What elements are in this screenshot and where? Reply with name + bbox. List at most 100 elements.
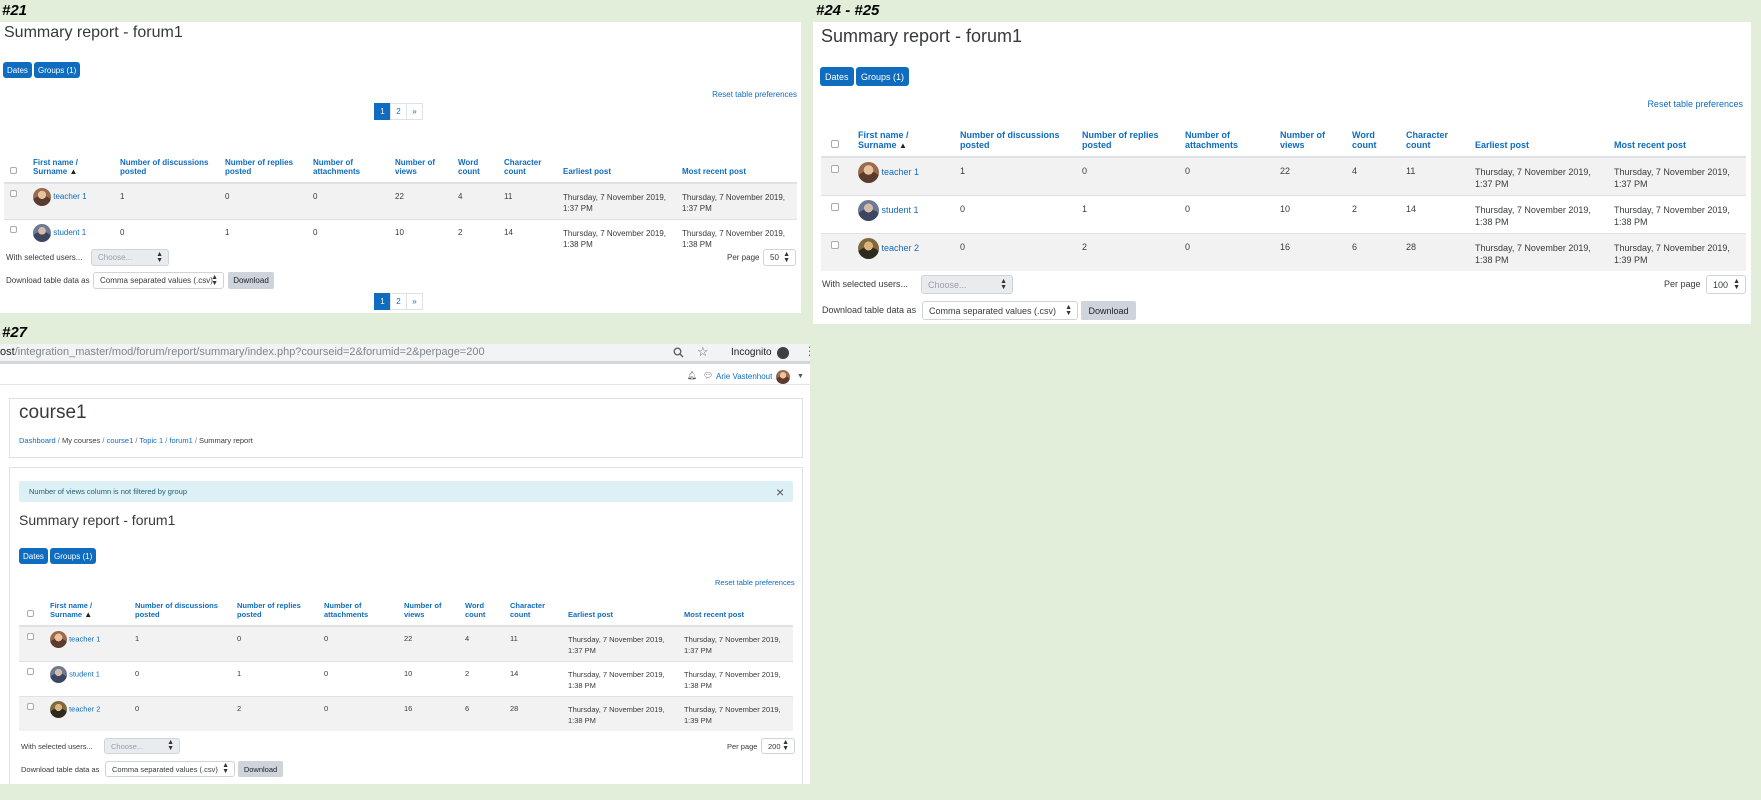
download-format-select[interactable]: Comma separated values (.csv) ▲ ▼ [922,301,1078,320]
column-header-replies[interactable]: Number of replies posted [1078,110,1181,158]
download-label: Download table data as [6,276,90,285]
column-header-discussions[interactable]: Number of discussions posted [956,110,1078,158]
row-checkbox[interactable] [10,225,17,233]
page-2-link[interactable]: 2 [390,293,407,310]
dates-button[interactable]: Dates [3,62,32,78]
next-page-link[interactable]: » [406,103,423,120]
breadcrumb-topic[interactable]: Topic 1 [139,436,163,445]
row-checkbox[interactable] [27,702,34,710]
pagination-top: 1 2 » [374,103,423,120]
user-link[interactable]: teacher 1 [53,192,86,201]
column-header-characters[interactable]: Character count [1402,110,1471,158]
per-page-select[interactable]: 50 ▲ ▼ [763,249,796,266]
groups-button[interactable]: Groups (1) [50,548,97,564]
zoom-icon[interactable] [673,347,684,358]
column-header-characters[interactable]: Character count [500,135,559,184]
column-header-replies[interactable]: Number of replies posted [221,135,309,184]
browser-menu-icon[interactable]: ⋮ [804,344,810,358]
cell-words: 6 [461,695,506,731]
download-format-select[interactable]: Comma separated values (.csv) ▲ ▼ [105,761,235,777]
select-all-checkbox[interactable] [27,610,34,617]
dates-button[interactable]: Dates [19,548,48,564]
notifications-bell-icon[interactable]: 🔔︎ [687,371,697,380]
column-header-name[interactable]: First name / Surname ▲ [46,589,131,627]
column-header-words[interactable]: Word count [454,135,500,184]
select-all-checkbox[interactable] [10,167,17,174]
reset-table-preferences-link[interactable]: Reset table preferences [715,578,795,587]
column-header-replies[interactable]: Number of replies posted [233,589,320,627]
cell-recent: Thursday, 7 November 2019, 1:37 PM [678,182,797,219]
user-link[interactable]: teacher 2 [69,704,100,713]
reset-table-preferences-link[interactable]: Reset table preferences [1647,99,1743,109]
select-arrows-icon: ▲ ▼ [167,739,174,752]
reset-table-preferences-link[interactable]: Reset table preferences [712,90,797,99]
column-header-name[interactable]: First name / Surname ▲ [854,110,956,158]
user-menu-name[interactable]: Arie Vastenhout [716,372,772,381]
download-button[interactable]: Download [238,761,283,777]
page-2-link[interactable]: 2 [390,103,407,120]
column-header-name[interactable]: First name / Surname ▲ [29,135,116,184]
next-page-link[interactable]: » [406,293,423,310]
address-bar[interactable]: ost/integration_master/mod/forum/report/… [0,346,485,358]
select-arrows-icon: ▲ ▼ [211,273,218,287]
page-1-link[interactable]: 1 [374,293,391,310]
per-page-select[interactable]: 100 ▲ ▼ [1706,275,1746,294]
messages-icon[interactable]: 💬︎ [703,371,713,380]
user-link[interactable]: student 1 [882,204,919,214]
user-menu-avatar[interactable] [776,370,790,384]
pagination-bottom: 1 2 » [374,293,423,310]
bookmark-star-icon[interactable]: ☆ [697,344,709,360]
column-header-earliest[interactable]: Earliest post [564,589,680,627]
row-checkbox[interactable] [27,633,34,640]
download-button[interactable]: Download [228,272,274,289]
breadcrumb-course[interactable]: course1 [107,436,134,445]
column-header-characters[interactable]: Character count [506,589,564,627]
column-header-words[interactable]: Word count [1348,110,1402,158]
groups-button[interactable]: Groups (1) [34,62,81,78]
cell-characters: 14 [500,218,559,255]
close-icon[interactable]: × [776,484,784,500]
column-header-attachments[interactable]: Number of attachments [309,135,391,184]
column-header-recent[interactable]: Most recent post [678,135,797,184]
breadcrumb-dashboard[interactable]: Dashboard [19,436,56,445]
row-checkbox[interactable] [831,202,839,211]
per-page-select[interactable]: 200 ▲ ▼ [761,738,795,754]
with-selected-users-select[interactable]: Choose... ▲ ▼ [104,738,180,754]
row-checkbox[interactable] [831,165,839,173]
groups-button[interactable]: Groups (1) [856,67,910,86]
dates-button[interactable]: Dates [820,67,854,86]
column-header-earliest[interactable]: Earliest post [1471,110,1610,158]
row-checkbox[interactable] [27,667,34,675]
user-link[interactable]: student 1 [53,228,86,237]
column-header-recent[interactable]: Most recent post [680,589,793,627]
column-header-discussions[interactable]: Number of discussions posted [131,589,233,627]
column-header-views[interactable]: Number of views [391,135,454,184]
user-link[interactable]: teacher 1 [69,634,100,643]
column-header-attachments[interactable]: Number of attachments [1181,110,1276,158]
column-header-earliest[interactable]: Earliest post [559,135,678,184]
caret-down-icon[interactable]: ▼ [797,373,804,380]
incognito-icon[interactable] [777,347,789,359]
cell-characters: 11 [500,182,559,219]
column-header-attachments[interactable]: Number of attachments [320,589,400,627]
breadcrumb-forum[interactable]: forum1 [169,436,192,445]
cell-views: 22 [400,625,461,661]
column-header-words[interactable]: Word count [461,589,506,627]
row-checkbox[interactable] [10,190,17,197]
with-selected-users-select[interactable]: Choose... ▲ ▼ [921,275,1013,294]
user-link[interactable]: teacher 2 [882,242,920,252]
page-1-link[interactable]: 1 [374,103,391,120]
row-checkbox[interactable] [831,240,839,249]
cell-words: 4 [1348,156,1402,195]
select-all-checkbox[interactable] [831,140,839,148]
column-header-views[interactable]: Number of views [1276,110,1348,158]
column-header-views[interactable]: Number of views [400,589,461,627]
user-link[interactable]: student 1 [69,669,100,678]
with-selected-users-select[interactable]: Choose... ▲ ▼ [91,249,169,266]
column-header-recent[interactable]: Most recent post [1610,110,1746,158]
sort-ascending-icon: ▲ [84,610,93,619]
column-header-discussions[interactable]: Number of discussions posted [116,135,221,184]
download-button[interactable]: Download [1081,301,1136,320]
download-format-select[interactable]: Comma separated values (.csv) ▲ ▼ [93,272,224,289]
user-link[interactable]: teacher 1 [882,167,920,177]
